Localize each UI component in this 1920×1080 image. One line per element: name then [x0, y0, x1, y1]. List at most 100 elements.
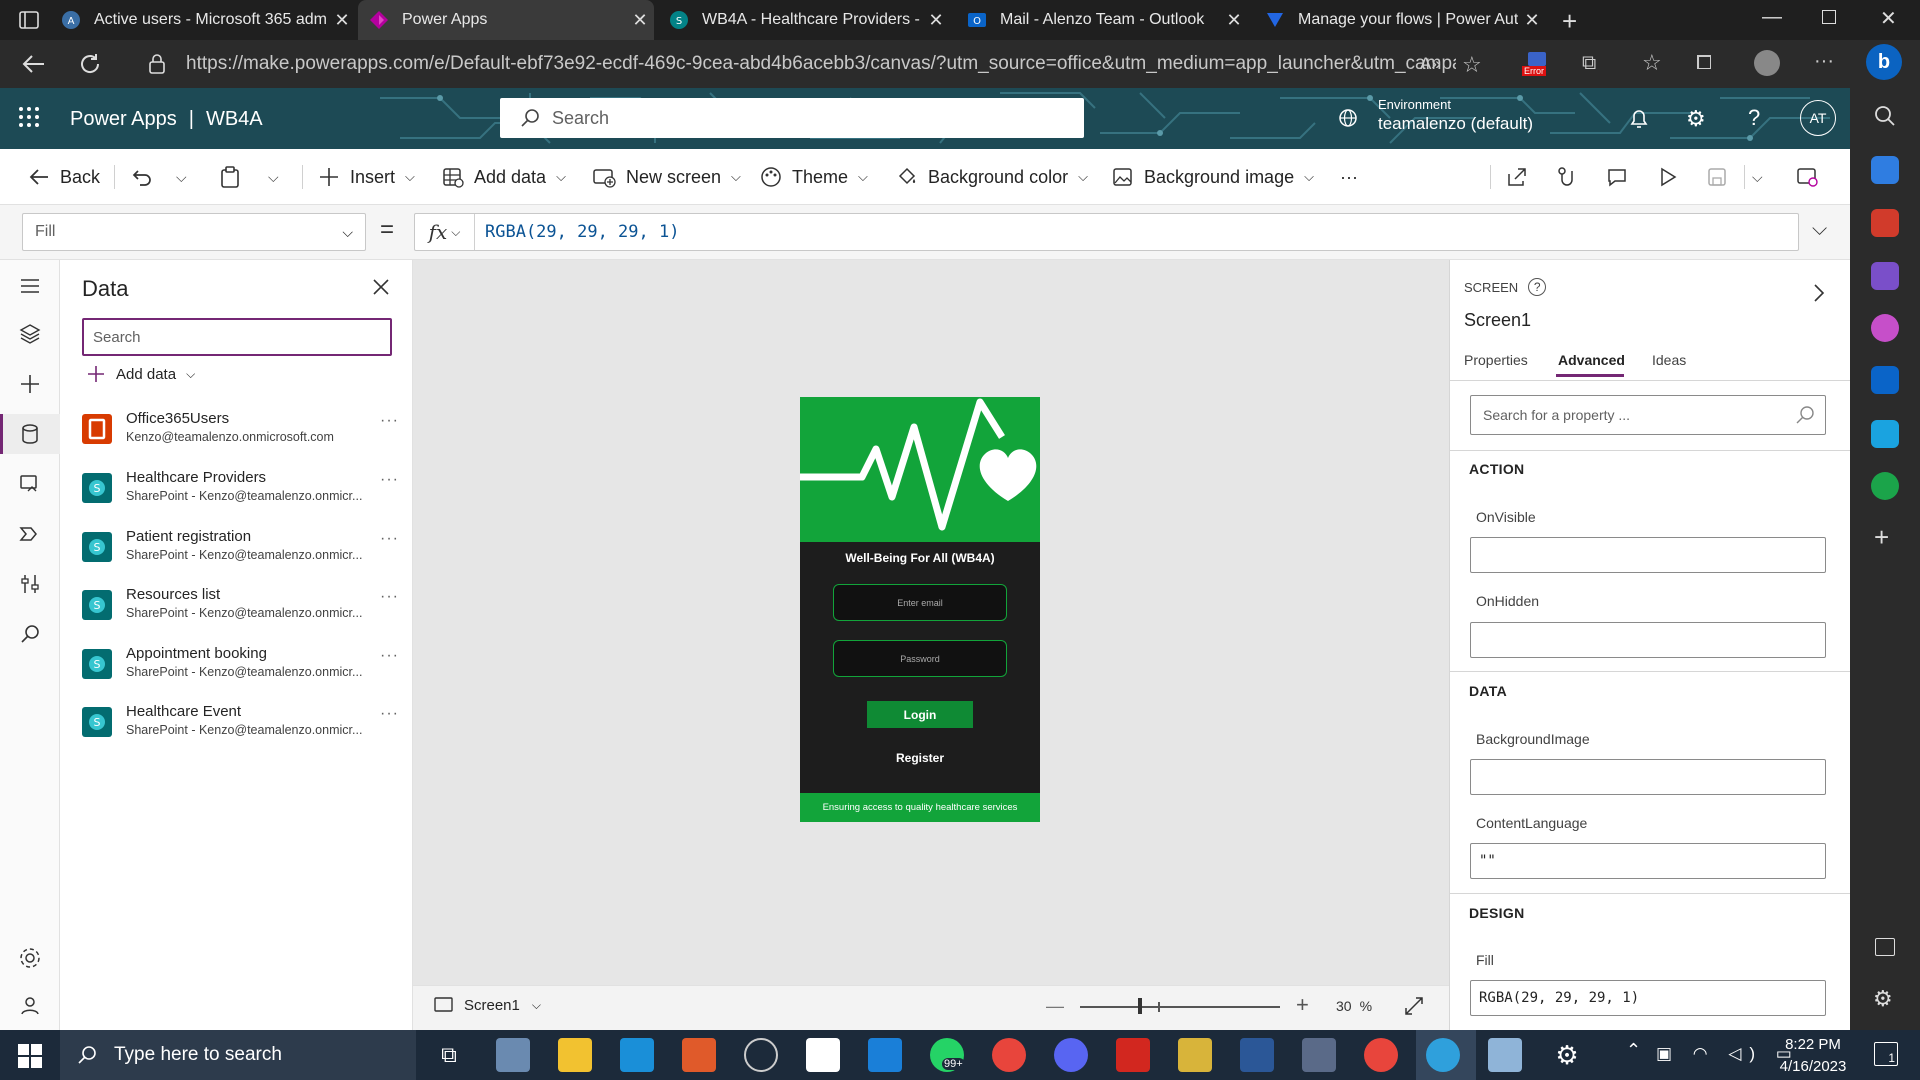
collections-icon[interactable]: ⧠	[1696, 52, 1712, 75]
data-cylinder-icon[interactable]	[18, 422, 42, 446]
fx-icon[interactable]: fx ⌵	[415, 214, 475, 250]
app-launcher-icon[interactable]	[18, 106, 40, 128]
collapse-pane-chevron-icon[interactable]	[1812, 282, 1826, 304]
formula-input[interactable]: fx ⌵ RGBA(29, 29, 29, 1)	[414, 213, 1799, 251]
obs-studio-icon[interactable]	[744, 1038, 778, 1072]
tools-briefcase-icon[interactable]	[1871, 209, 1899, 237]
close-icon[interactable]: ✕	[1220, 10, 1248, 31]
extensions-icon[interactable]: ⧉	[1582, 52, 1596, 75]
media-icon[interactable]	[18, 472, 42, 496]
clock-time[interactable]: 8:22 PM	[1778, 1036, 1848, 1053]
search-icon[interactable]	[18, 622, 42, 646]
comments-icon[interactable]	[1606, 149, 1638, 205]
prop-input-onhidden[interactable]	[1470, 622, 1826, 658]
paste-dropdown-chevron-icon[interactable]: ⌵	[268, 149, 279, 205]
close-window-button[interactable]: ✕	[1880, 6, 1897, 31]
chrome-icon[interactable]	[1364, 1038, 1398, 1072]
notifications-icon[interactable]	[1628, 107, 1650, 131]
settings-gear-icon[interactable]	[18, 946, 42, 970]
help-circle-icon[interactable]: ?	[1528, 278, 1547, 296]
clock-date[interactable]: 4/16/2023	[1772, 1058, 1854, 1075]
control-name[interactable]: Screen1	[1464, 310, 1531, 331]
close-icon[interactable]: ✕	[1518, 10, 1546, 31]
minimize-button[interactable]: —	[1762, 6, 1782, 29]
app-name[interactable]: Power Apps	[70, 108, 177, 131]
taskbar-search-input[interactable]: Type here to search	[60, 1030, 416, 1080]
tab-sharepoint[interactable]: S WB4A - Healthcare Providers - Al ✕	[668, 0, 950, 40]
windows-start-icon[interactable]	[18, 1044, 42, 1068]
data-search-input[interactable]: Search	[82, 318, 392, 356]
url-field[interactable]: https://make.powerapps.com/e/Default-ebf…	[186, 46, 1456, 82]
save-dropdown-chevron-icon[interactable]: ⌵	[1752, 149, 1763, 205]
paste-button[interactable]	[220, 149, 250, 205]
more-options-icon[interactable]: ···	[380, 471, 399, 489]
favorites-icon[interactable]: ☆	[1642, 50, 1662, 76]
zoom-slider[interactable]	[1080, 1006, 1280, 1008]
prop-input-fill[interactable]: RGBA(29, 29, 29, 1)	[1470, 980, 1826, 1016]
publish-icon[interactable]	[1796, 149, 1828, 205]
list-item[interactable]: S Healthcare Event SharePoint - Kenzo@te…	[82, 699, 402, 749]
power-automate-icon[interactable]	[18, 522, 42, 546]
back-arrow-icon[interactable]	[20, 52, 46, 76]
office-icon[interactable]	[806, 1038, 840, 1072]
close-icon[interactable]: ✕	[922, 10, 950, 31]
bing-chat-icon[interactable]: b	[1866, 44, 1902, 80]
list-item[interactable]: S Healthcare Providers SharePoint - Kenz…	[82, 465, 402, 515]
task-view-icon[interactable]: ⧉	[432, 1038, 466, 1072]
back-button[interactable]: Back	[28, 149, 100, 205]
user-avatar[interactable]: AT	[1800, 100, 1836, 136]
extension-error-icon[interactable]: Error	[1522, 52, 1552, 80]
microsoft-365-icon[interactable]	[1871, 314, 1899, 342]
refresh-icon[interactable]	[78, 52, 102, 76]
list-item[interactable]: S Resources list SharePoint - Kenzo@team…	[82, 582, 402, 632]
advanced-tools-icon[interactable]	[18, 572, 42, 596]
menu-hamburger-icon[interactable]	[18, 274, 42, 298]
new-tab-button[interactable]: +	[1562, 6, 1577, 37]
mail-icon[interactable]	[620, 1038, 654, 1072]
tab-actions-icon[interactable]	[18, 9, 40, 31]
app-checker-icon[interactable]	[1556, 149, 1588, 205]
background-color-button[interactable]: Background color ⌵	[896, 149, 1088, 205]
read-aloud-icon[interactable]: A»	[1420, 54, 1441, 74]
save-icon[interactable]	[1706, 149, 1738, 205]
prop-input-backgroundimage[interactable]	[1470, 759, 1826, 795]
photos-app-icon[interactable]	[496, 1038, 530, 1072]
property-search-input[interactable]: Search for a property ...	[1470, 395, 1826, 435]
tree-view-layers-icon[interactable]	[18, 322, 42, 346]
settings-more-icon[interactable]: ···	[1814, 50, 1834, 73]
tray-chevron-up-icon[interactable]: ⌃	[1626, 1040, 1641, 1061]
fit-to-window-icon[interactable]	[1404, 996, 1424, 1016]
list-item[interactable]: S Patient registration SharePoint - Kenz…	[82, 524, 402, 574]
settings-gear-icon[interactable]: ⚙	[1686, 106, 1706, 132]
property-selector[interactable]: Fill ⌵	[22, 213, 366, 251]
search-icon[interactable]	[1873, 104, 1897, 128]
insert-button[interactable]: Insert ⌵	[318, 149, 415, 205]
new-screen-button[interactable]: New screen ⌵	[592, 149, 741, 205]
zoom-slider-thumb[interactable]	[1138, 998, 1142, 1014]
add-sidebar-app-icon[interactable]: +	[1874, 522, 1889, 553]
password-field[interactable]: Password	[833, 640, 1007, 677]
favorite-add-icon[interactable]: ☆	[1462, 52, 1482, 78]
tree-icon[interactable]	[1871, 472, 1899, 500]
more-options-icon[interactable]: ···	[380, 588, 399, 606]
app-icon[interactable]	[1178, 1038, 1212, 1072]
more-options-icon[interactable]: ···	[380, 412, 399, 430]
settings-gear-icon[interactable]: ⚙	[1550, 1038, 1584, 1072]
header-search-input[interactable]: Search	[500, 98, 1084, 138]
undo-dropdown-chevron-icon[interactable]: ⌵	[176, 149, 187, 205]
tab-active-users[interactable]: A Active users - Microsoft 365 adm ✕	[60, 0, 356, 40]
add-data-button[interactable]: Add data ⌵	[442, 149, 566, 205]
sidebar-layout-icon[interactable]	[1875, 938, 1895, 956]
list-item[interactable]: Office365Users Kenzo@teamalenzo.onmicros…	[82, 406, 402, 456]
close-icon[interactable]: ✕	[328, 10, 356, 31]
word-icon[interactable]	[1240, 1038, 1274, 1072]
prop-input-onvisible[interactable]	[1470, 537, 1826, 573]
sidebar-settings-icon[interactable]: ⚙	[1873, 986, 1893, 1012]
zoom-in-icon[interactable]: +	[1296, 992, 1309, 1018]
profile-avatar[interactable]	[1754, 50, 1780, 76]
list-item[interactable]: S Appointment booking SharePoint - Kenzo…	[82, 641, 402, 691]
whatsapp-icon[interactable]: 99+	[930, 1038, 965, 1072]
app-icon[interactable]	[1302, 1038, 1336, 1072]
games-icon[interactable]	[1871, 262, 1899, 290]
theme-button[interactable]: Theme ⌵	[760, 149, 868, 205]
